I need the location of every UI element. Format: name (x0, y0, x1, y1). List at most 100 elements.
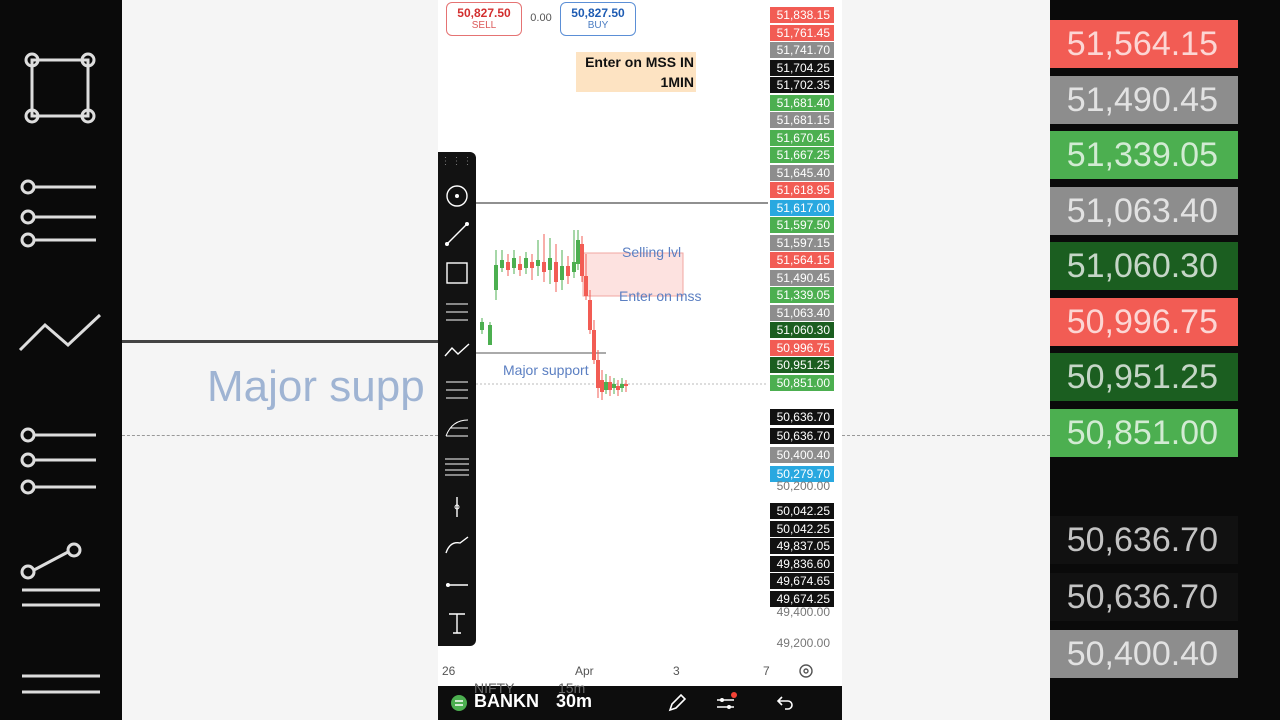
background-left: Major supp (0, 0, 438, 720)
spread-value: 0.00 (530, 12, 552, 24)
candle-body (604, 382, 608, 390)
sell-price: 50,827.50 (457, 6, 511, 20)
enter-on-mss-label[interactable]: Enter on mss (619, 288, 701, 304)
background-price-tag: 51,490.45 (1050, 75, 1238, 124)
text-icon[interactable] (449, 613, 465, 634)
price-tag: 51,702.35 (770, 77, 834, 93)
sell-button[interactable]: 50,827.50 SELL (446, 2, 522, 36)
price-tag: 51,681.15 (770, 112, 834, 128)
candle-body (580, 244, 584, 276)
vertical-line-icon[interactable] (454, 497, 460, 517)
pencil-icon[interactable] (666, 692, 688, 714)
price-tag: 50,042.25 (770, 503, 834, 519)
background-support-text: Major supp (207, 362, 425, 411)
price-tag: 51,063.40 (770, 304, 834, 321)
candle-body (566, 266, 570, 276)
date-label-apr: Apr (575, 664, 594, 678)
candle-body (488, 325, 492, 345)
candle-body (554, 262, 558, 282)
background-price-tag: 50,996.75 (1050, 297, 1238, 346)
pitchfork-icon[interactable] (445, 419, 469, 437)
price-tag: 49,837.05 (770, 538, 834, 554)
background-price-tag: 50,636.70 (1050, 573, 1238, 621)
background-tools-icons (18, 52, 102, 694)
price-tag: 50,400.40 (770, 447, 834, 463)
background-price-tag: 51,060.30 (1050, 242, 1238, 290)
candle-body (608, 382, 612, 390)
candle-body (600, 380, 604, 392)
price-tag: 51,681.40 (770, 94, 834, 111)
background-price-tag: 50,400.40 (1050, 630, 1238, 678)
date-label-3: 3 (673, 664, 680, 678)
candle-body (572, 262, 576, 272)
price-tag: 51,704.25 (770, 59, 834, 76)
price-tag: 51,761.45 (770, 24, 834, 41)
buy-price: 50,827.50 (571, 6, 625, 20)
background-chart-panel-right (842, 0, 1050, 720)
price-tag: 51,564.15 (770, 252, 834, 268)
candle-body (588, 300, 592, 330)
symbol-logo-icon (451, 695, 467, 711)
background-dashed-line-right (842, 435, 1050, 436)
candle-body (584, 276, 588, 296)
candle-body (524, 258, 528, 268)
parallel-channel-icon[interactable] (446, 381, 468, 399)
trend-line-icon[interactable] (445, 222, 469, 246)
candle-body (512, 258, 516, 268)
candle-body (620, 384, 624, 388)
background-price-tag: 50,851.00 (1050, 408, 1238, 457)
background-dashed-line (122, 435, 438, 436)
candle-body (596, 360, 600, 388)
background-price-tag: 51,063.40 (1050, 186, 1238, 235)
note-text[interactable]: Enter on MSS IN 1MIN (576, 52, 696, 92)
interval-selector[interactable]: 30m (556, 691, 592, 712)
buy-label: BUY (587, 20, 609, 31)
background-right: 51,564.15 51,490.45 51,339.05 51,063.40 51,0… (842, 0, 1280, 720)
background-chart-panel (122, 0, 438, 720)
background-support-line (122, 340, 438, 343)
price-tag: 51,667.25 (770, 147, 834, 163)
candle-body (500, 260, 504, 268)
price-tag: 49,836.60 (770, 555, 834, 572)
chart-settings-icon[interactable] (797, 662, 815, 680)
candle-body (548, 258, 552, 270)
price-tag: 51,617.00 (770, 199, 834, 216)
candle-body (576, 240, 580, 264)
buy-button[interactable]: 50,827.50 BUY (560, 2, 636, 36)
path-icon[interactable] (444, 343, 470, 357)
date-label-26: 26 (442, 664, 456, 678)
symbol-selector[interactable]: BANKN (474, 691, 539, 712)
price-tag: 51,597.50 (770, 217, 834, 233)
cursor-icon[interactable] (446, 185, 468, 207)
price-tag: 51,597.15 (770, 234, 834, 251)
major-support-label[interactable]: Major support (503, 362, 589, 378)
rectangle-icon[interactable] (446, 262, 468, 284)
candle-body (536, 260, 540, 266)
background-price-tag: 51,339.05 (1050, 131, 1238, 179)
undo-icon[interactable] (774, 692, 796, 714)
horizontal-ray-icon[interactable] (446, 583, 468, 587)
price-tag: 50,996.75 (770, 339, 834, 356)
candle-body (530, 262, 534, 268)
drawing-toolbar: ⋮⋮⋮ (438, 152, 476, 646)
sell-label: SELL (471, 20, 497, 31)
price-tag: 50,042.25 (770, 520, 834, 537)
price-tag: 51,618.95 (770, 182, 834, 198)
candle-body (616, 386, 620, 390)
candle-body (506, 262, 510, 270)
axis-label: 49,400.00 (776, 605, 830, 619)
candle-body (494, 265, 498, 290)
axis-label: 49,200.00 (776, 636, 830, 650)
date-label-7: 7 (763, 664, 770, 678)
price-tag: 51,838.15 (770, 7, 834, 23)
price-tag: 51,490.45 (770, 269, 834, 286)
price-tag: 50,636.70 (770, 409, 834, 425)
fib-retracement-icon[interactable] (446, 303, 468, 321)
selling-level-label[interactable]: Selling lvl (622, 244, 681, 260)
price-tag: 51,645.40 (770, 164, 834, 181)
horizontal-lines-icon[interactable] (445, 458, 469, 476)
indicators-icon[interactable] (714, 692, 738, 714)
candle-body (612, 384, 616, 388)
price-tag: 51,339.05 (770, 287, 834, 303)
brush-icon[interactable] (445, 536, 469, 554)
